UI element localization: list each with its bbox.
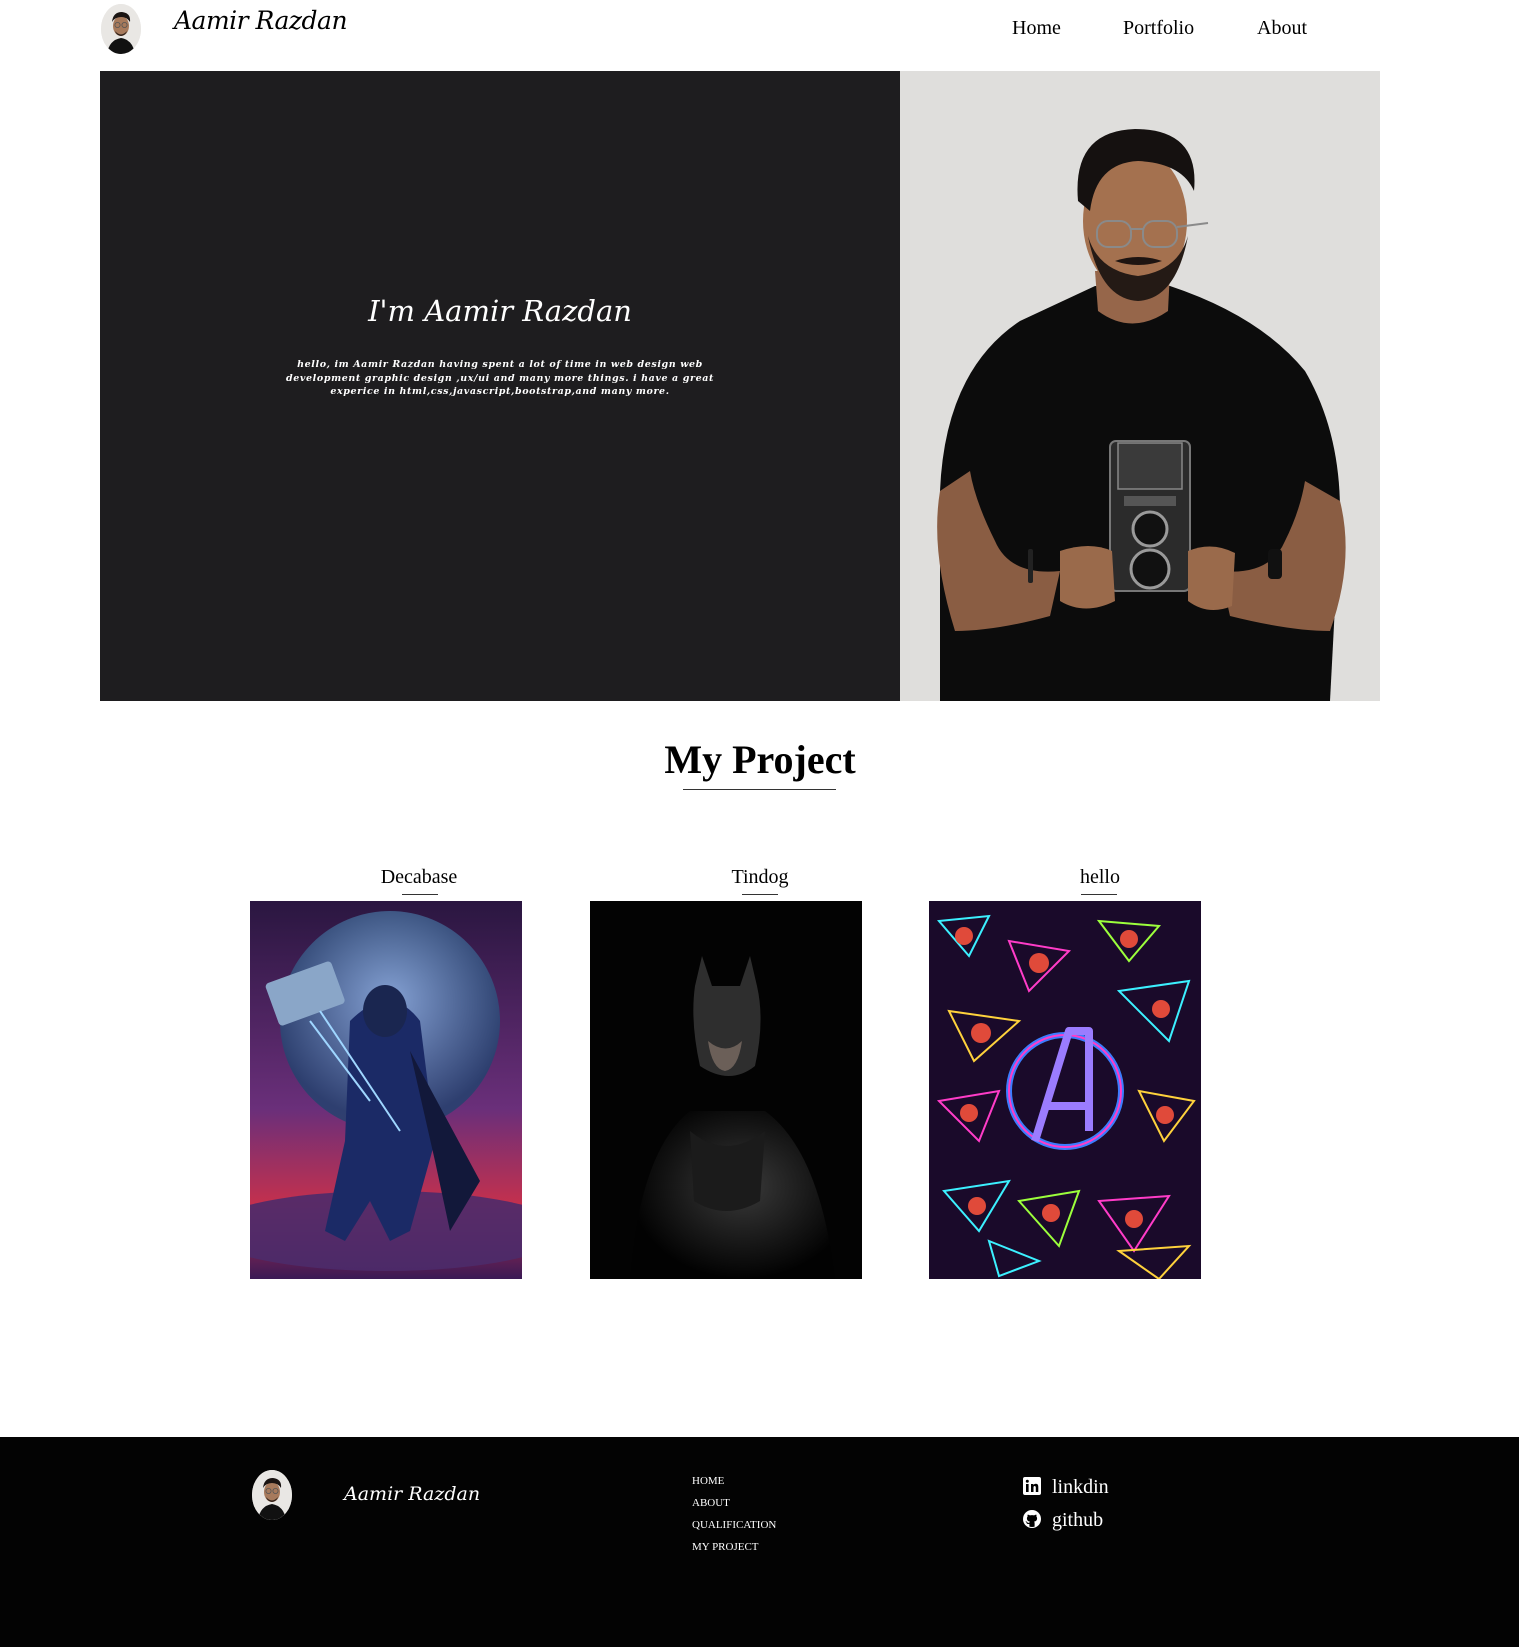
footer-link-home[interactable]: HOME xyxy=(692,1475,724,1487)
footer xyxy=(0,1437,1519,1647)
project-title-decabase: Decabase xyxy=(380,866,458,888)
thor-icon xyxy=(250,901,522,1279)
footer-avatar xyxy=(252,1470,292,1520)
github-icon xyxy=(1023,1510,1041,1528)
social-linkedin[interactable]: linkdin xyxy=(1023,1476,1109,1499)
portrait-icon xyxy=(101,4,141,54)
footer-brand: Aamir Razdan xyxy=(344,1483,481,1505)
project-card-decabase[interactable] xyxy=(250,901,522,1279)
nav-about[interactable]: About xyxy=(1257,17,1307,40)
portrait-icon xyxy=(252,1470,292,1520)
avengers-icon xyxy=(929,901,1201,1279)
footer-link-about[interactable]: ABOUT xyxy=(692,1497,730,1509)
batman-icon xyxy=(590,901,862,1279)
projects-heading: My Project xyxy=(664,737,856,782)
projects-heading-underline xyxy=(683,789,836,790)
hero-photo xyxy=(900,71,1380,701)
project-title-underline xyxy=(742,894,778,895)
social-github[interactable]: github xyxy=(1023,1509,1103,1532)
project-title-underline xyxy=(1081,894,1117,895)
project-title-hello: hello xyxy=(1080,866,1120,888)
header-avatar xyxy=(101,4,141,54)
hero-title: I'm Aamir Razdan xyxy=(368,294,632,328)
social-linkedin-label: linkdin xyxy=(1052,1476,1109,1498)
social-github-label: github xyxy=(1052,1509,1104,1531)
nav-portfolio[interactable]: Portfolio xyxy=(1123,17,1194,40)
footer-link-my-project[interactable]: MY PROJECT xyxy=(692,1541,759,1553)
photographer-icon xyxy=(900,71,1380,701)
footer-link-qualification[interactable]: QUALIFICATION xyxy=(692,1519,776,1531)
project-card-hello[interactable] xyxy=(929,901,1201,1279)
brand-name[interactable]: Aamir Razdan xyxy=(174,6,348,35)
project-title-underline xyxy=(402,894,438,895)
nav-home[interactable]: Home xyxy=(1012,17,1061,40)
project-card-tindog[interactable] xyxy=(590,901,862,1279)
hero-intro: hello, im Aamir Razdan having spent a lo… xyxy=(286,359,714,397)
linkedin-icon xyxy=(1023,1477,1041,1495)
project-title-tindog: Tindog xyxy=(731,866,789,888)
